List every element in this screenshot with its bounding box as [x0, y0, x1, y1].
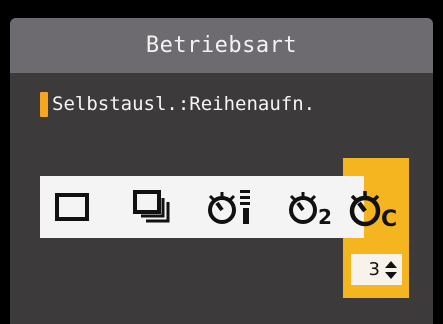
self-timer-10s-icon[interactable] — [198, 176, 262, 238]
self-timer-2s-suffix: 2 — [318, 205, 332, 228]
up-down-arrows-icon[interactable] — [384, 260, 398, 280]
current-mode-label: Selbstausl.:Reihenaufn. — [52, 93, 316, 115]
shot-count-value: 3 — [368, 259, 380, 280]
menu-title: Betriebsart — [145, 33, 298, 58]
menu-title-bar: Betriebsart — [10, 18, 433, 73]
drive-mode-strip: 2 — [40, 176, 364, 238]
mode-marker — [40, 91, 48, 117]
current-mode-line: Selbstausl.:Reihenaufn. — [40, 90, 315, 118]
single-shot-icon[interactable] — [40, 176, 104, 238]
shot-count-stepper[interactable]: 3 — [351, 254, 402, 285]
self-timer-continuous-suffix: C — [381, 207, 397, 229]
self-timer-continuous-icon[interactable]: C — [343, 176, 409, 238]
camera-menu-screen: Betriebsart Selbstausl.:Reihenaufn. 2 C … — [10, 18, 433, 324]
self-timer-2s-icon[interactable]: 2 — [280, 176, 344, 238]
continuous-shooting-icon[interactable] — [120, 176, 184, 238]
